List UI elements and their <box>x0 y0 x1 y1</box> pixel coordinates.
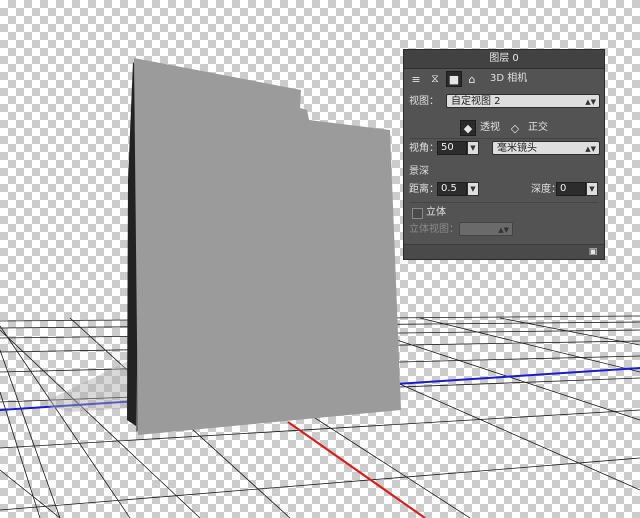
distance-label: 距离： <box>409 184 439 195</box>
chevron-updown-icon: ▲▼ <box>498 226 509 234</box>
section-label-3d-camera: 3D 相机 <box>490 73 528 84</box>
3d-camera-properties-panel: 图层 0 ≡ ⧖ ■ ⌂ 3D 相机 视图： 自定视图 2 ▲▼ ◆ 透视 ◇ … <box>403 49 605 260</box>
dof-section-label: 景深 <box>409 166 429 177</box>
fov-label: 视角： <box>409 143 439 154</box>
chevron-updown-icon: ▲▼ <box>585 98 596 106</box>
render-icon[interactable]: ▣ <box>586 245 600 259</box>
camera-icon[interactable]: ■ <box>446 71 462 87</box>
perspective-label[interactable]: 透视 <box>480 121 500 135</box>
stereo-view-select[interactable]: ▲▼ <box>459 222 513 236</box>
depth-input[interactable]: 0 <box>556 182 586 196</box>
fov-input[interactable]: 50 <box>437 141 467 155</box>
x-axis-line <box>287 421 426 518</box>
depth-dropdown-arrow[interactable]: ▼ <box>586 182 598 196</box>
orthographic-cube-icon[interactable]: ◇ <box>508 121 522 135</box>
stereo-checkbox[interactable] <box>412 208 423 219</box>
view-select[interactable]: 自定视图 2 ▲▼ <box>446 94 600 108</box>
chevron-updown-icon: ▲▼ <box>585 145 596 153</box>
view-select-value: 自定视图 2 <box>451 96 501 107</box>
lights-icon[interactable]: ⌂ <box>465 72 479 86</box>
view-label: 视图： <box>409 96 439 107</box>
distance-dropdown-arrow[interactable]: ▼ <box>467 182 479 196</box>
mesh-icon[interactable]: ⧖ <box>428 72 442 86</box>
panel-footer: ▣ <box>404 244 604 259</box>
lens-unit-value: 毫米镜头 <box>497 143 537 154</box>
perspective-cube-icon[interactable]: ◆ <box>460 120 476 136</box>
orthographic-label[interactable]: 正交 <box>528 121 548 135</box>
panel-title: 图层 0 <box>404 50 604 69</box>
stereo-label: 立体 <box>426 207 446 218</box>
distance-input[interactable]: 0.5 <box>437 182 467 196</box>
fov-dropdown-arrow[interactable]: ▼ <box>467 141 479 155</box>
lens-unit-select[interactable]: 毫米镜头 ▲▼ <box>492 141 600 155</box>
stereo-view-label: 立体视图： <box>409 224 459 235</box>
scene-icon[interactable]: ≡ <box>409 72 423 86</box>
divider <box>410 138 598 139</box>
3d-object[interactable] <box>40 58 401 435</box>
divider <box>410 202 598 203</box>
